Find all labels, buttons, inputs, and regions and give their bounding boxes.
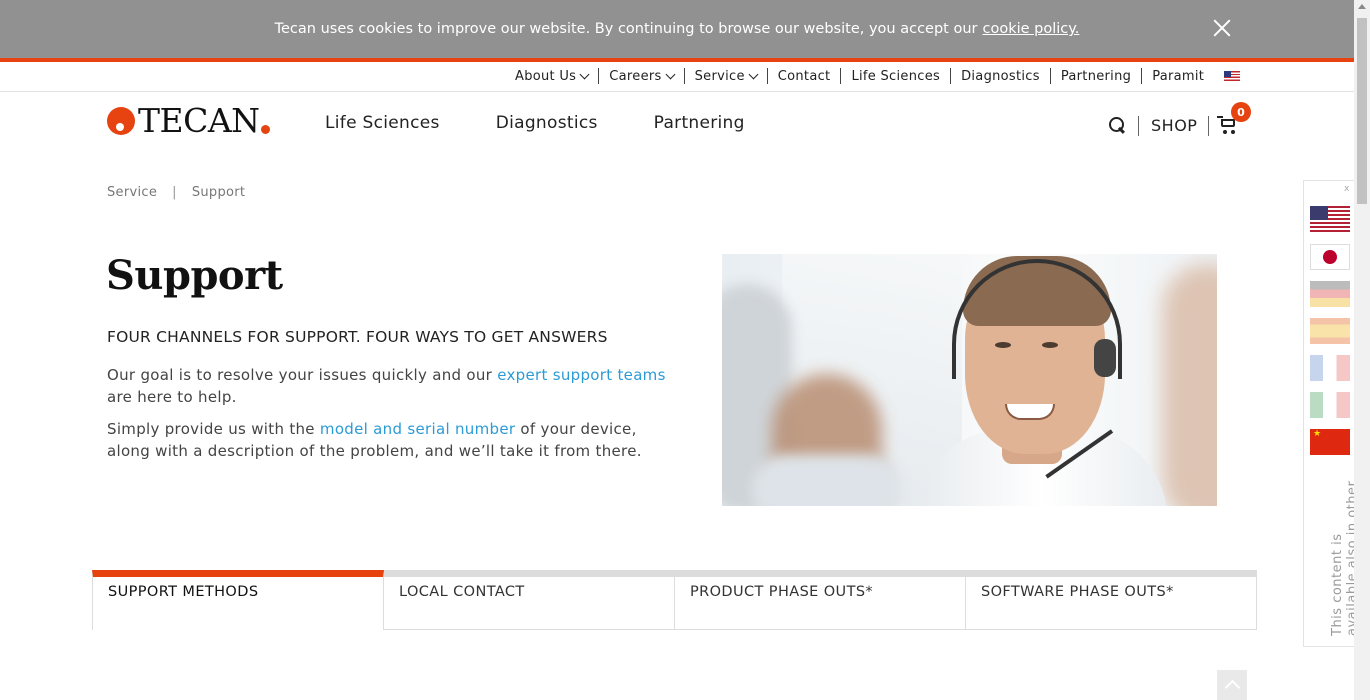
header-divider [0,91,1354,92]
util-nav-label: Contact [777,68,831,84]
page-scrollbar[interactable] [1354,0,1370,700]
back-to-top-button[interactable] [1217,670,1247,700]
util-nav-service[interactable]: Service [685,68,768,84]
instructions-paragraph: Simply provide us with the model and ser… [107,418,667,462]
cookie-banner: Tecan uses cookies to improve our websit… [0,0,1354,58]
page-subtitle: FOUR CHANNELS FOR SUPPORT. FOUR WAYS TO … [107,328,608,346]
page-title: Support [106,252,283,299]
logo-period-icon [260,125,270,134]
language-panel: x This content is available also in othe… [1303,180,1370,647]
model-serial-number-link[interactable]: model and serial number [320,420,515,438]
util-nav-label: Careers [609,68,662,84]
breadcrumb-separator: | [172,185,177,200]
shop-link[interactable]: SHOP [1151,116,1197,135]
expert-support-teams-link[interactable]: expert support teams [497,366,666,384]
util-nav-label: Paramit [1152,68,1205,84]
tab-software-phase-outs[interactable]: SOFTWARE PHASE OUTS* [966,570,1257,630]
main-nav-life-sciences[interactable]: Life Sciences [325,113,440,133]
cart-count-badge: 0 [1231,102,1251,122]
breadcrumb-service[interactable]: Service [107,185,157,200]
accent-divider [0,58,1354,62]
cookie-message: Tecan uses cookies to improve our websit… [274,21,978,37]
util-nav-label: About Us [515,68,577,84]
instructions-text: Simply provide us with the [107,420,320,438]
intro-text: are here to help. [107,388,237,406]
main-nav: Life Sciences Diagnostics Partnering [325,113,801,133]
intro-paragraph: Our goal is to resolve your issues quick… [107,364,667,408]
tecan-logo[interactable]: TECAN [107,104,270,137]
util-nav-label: Partnering [1060,68,1132,84]
util-nav-label: Life Sciences [851,68,941,84]
france-flag-icon[interactable] [1310,355,1350,381]
util-nav-paramit[interactable]: Paramit [1142,68,1214,84]
logo-text: TECAN [138,101,260,140]
main-nav-diagnostics[interactable]: Diagnostics [496,113,598,133]
language-panel-close[interactable]: x [1344,184,1349,194]
support-tabs: SUPPORT METHODS LOCAL CONTACT PRODUCT PH… [92,570,1257,630]
chevron-down-icon [665,69,676,79]
logo-mark-icon [107,106,135,135]
breadcrumb-support: Support [191,185,246,200]
close-icon[interactable] [1213,19,1231,37]
main-nav-partnering[interactable]: Partnering [654,113,745,133]
util-nav-partnering[interactable]: Partnering [1051,68,1143,84]
tab-product-phase-outs[interactable]: PRODUCT PHASE OUTS* [675,570,966,630]
utility-nav: About Us Careers Service Contact Life Sc… [505,64,1241,88]
util-nav-careers[interactable]: Careers [599,68,685,84]
scrollbar-thumb[interactable] [1357,18,1367,204]
header-separator [1208,116,1209,136]
util-nav-contact[interactable]: Contact [768,68,842,84]
util-nav-life-sciences[interactable]: Life Sciences [841,68,952,84]
breadcrumb: Service | Support [107,185,245,200]
support-agent-image [722,254,1217,506]
spain-flag-icon[interactable] [1310,318,1350,344]
header-separator [1138,116,1139,136]
italy-flag-icon[interactable] [1310,392,1350,418]
chevron-down-icon [579,69,590,79]
scroll-up-icon[interactable] [1358,4,1366,9]
us-flag-icon[interactable] [1224,71,1241,81]
cookie-policy-link[interactable]: cookie policy. [982,21,1079,37]
util-nav-about-us[interactable]: About Us [505,68,600,84]
chevron-down-icon [748,69,759,79]
tab-local-contact[interactable]: LOCAL CONTACT [384,570,675,630]
china-flag-icon[interactable] [1310,429,1350,455]
intro-text: Our goal is to resolve your issues quick… [107,366,498,384]
util-nav-label: Service [694,68,745,84]
util-nav-diagnostics[interactable]: Diagnostics [951,68,1051,84]
tab-support-methods[interactable]: SUPPORT METHODS [92,570,384,630]
util-nav-label: Diagnostics [961,68,1040,84]
germany-flag-icon[interactable] [1310,281,1350,307]
japan-flag-icon[interactable] [1310,244,1350,270]
us-flag-icon[interactable] [1310,206,1350,232]
search-icon[interactable] [1109,117,1126,134]
